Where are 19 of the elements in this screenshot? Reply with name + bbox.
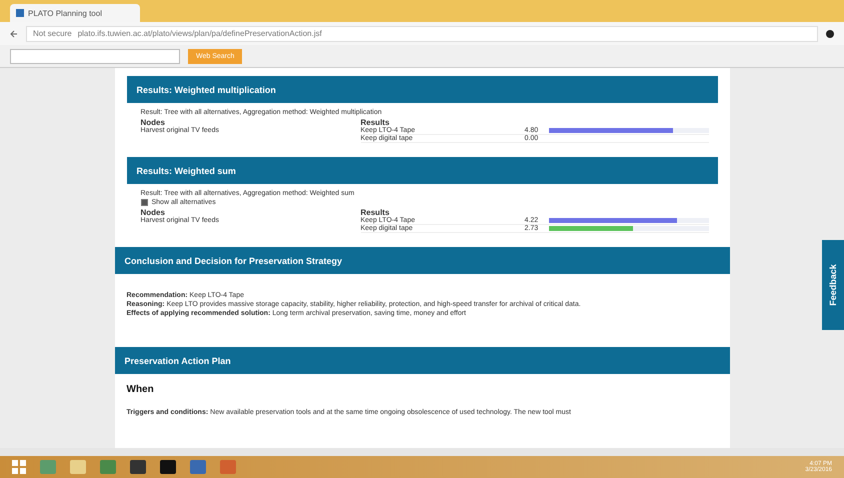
section-header: Results: Weighted multiplication xyxy=(126,76,718,103)
column-heading: Results xyxy=(360,208,390,217)
subsection-heading: When xyxy=(126,383,155,397)
folder-icon[interactable] xyxy=(70,460,86,474)
page-icon xyxy=(16,9,24,17)
column-heading: Nodes xyxy=(140,208,166,217)
search-field[interactable] xyxy=(10,48,180,64)
horizontal-scrollbar[interactable] xyxy=(0,448,844,456)
section-header: Preservation Action Plan xyxy=(114,347,730,374)
column-heading: Results xyxy=(360,118,390,127)
section-header: Results: Weighted sum xyxy=(126,157,718,184)
show-all-checkbox[interactable] xyxy=(140,199,148,206)
browser-tab[interactable]: PLATO Planning tool xyxy=(10,4,140,22)
column-heading: Nodes xyxy=(140,118,166,127)
feedback-tab[interactable]: Feedback xyxy=(822,240,844,330)
back-icon[interactable] xyxy=(10,30,18,38)
start-icon[interactable] xyxy=(12,460,26,474)
section-header: Conclusion and Decision for Preservation Strategy xyxy=(114,247,730,274)
address-bar[interactable]: Not secure plato.ifs.tuwien.ac.at/plato/views/plan/pa/definePreservationAction.jsf xyxy=(26,26,818,42)
